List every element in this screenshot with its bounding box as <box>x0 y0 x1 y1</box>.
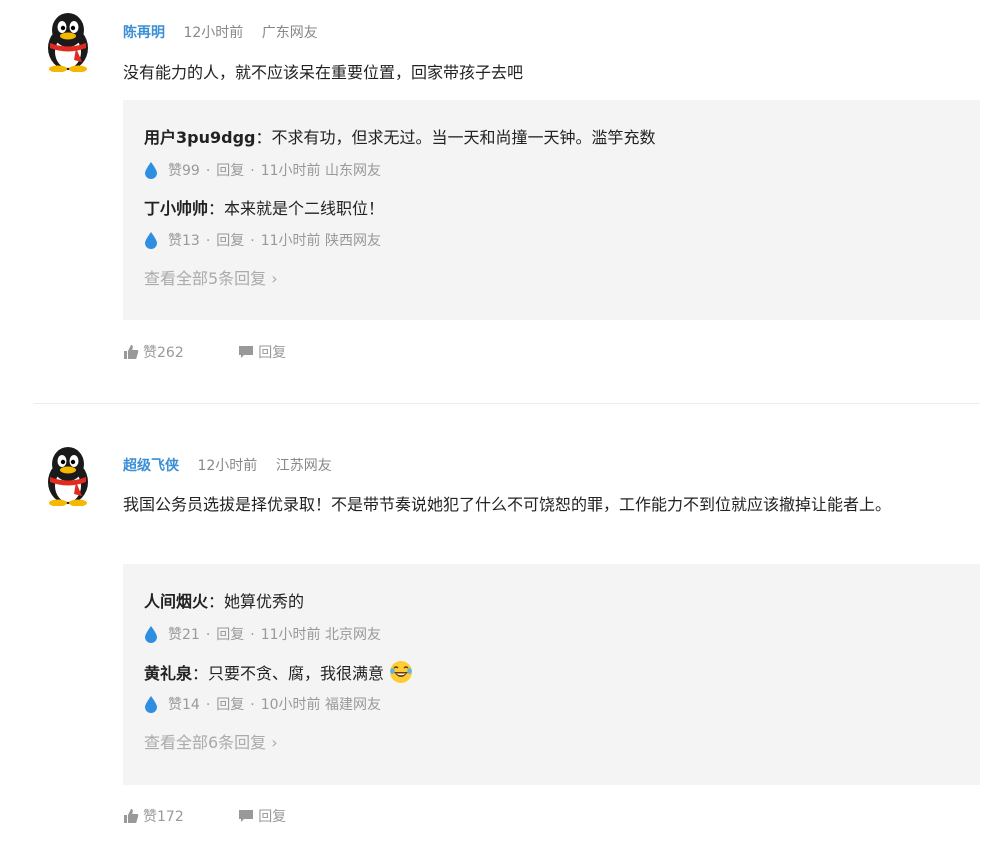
reply-time: 10小时前 <box>260 697 321 713</box>
reply-time: 11小时前 <box>260 163 321 179</box>
reply-text: 不求有功，但求无过。当一天和尚撞一天钟。滥竽充数 <box>271 128 656 147</box>
reply-meta: 赞13 · 回复 · 11小时前 陕西网友 <box>144 231 381 251</box>
reply-location: 陕西网友 <box>325 233 382 249</box>
avatar-qq-penguin-icon[interactable] <box>38 10 98 72</box>
reply-item: 丁小帅帅：本来就是个二线职位！ <box>144 197 384 221</box>
water-drop-icon[interactable] <box>144 695 158 713</box>
comment-header: 陈再明 12小时前 广东网友 <box>123 22 318 44</box>
reply-reply-link[interactable]: 回复 <box>216 163 244 179</box>
comment-header: 超级飞侠 12小时前 江苏网友 <box>123 455 332 477</box>
reply-likes[interactable]: 赞13 <box>168 233 200 249</box>
meta-separator: · <box>205 627 211 643</box>
speech-bubble-icon <box>239 346 254 358</box>
thumbs-up-icon <box>124 809 139 823</box>
meta-separator: · <box>205 697 211 713</box>
thumbs-up-icon <box>124 345 139 359</box>
chevron-right-icon: › <box>271 733 278 752</box>
water-drop-icon[interactable] <box>144 625 158 643</box>
reply-location: 北京网友 <box>325 627 382 643</box>
reply-meta: 赞99 · 回复 · 11小时前 山东网友 <box>144 161 381 181</box>
reply-item: 人间烟火：她算优秀的 <box>144 590 304 614</box>
reply-author[interactable]: 用户3pu9dgg <box>144 128 255 147</box>
reply-separator: ： <box>208 592 225 611</box>
meta-separator: · <box>205 233 211 249</box>
reply-separator: ： <box>208 199 225 218</box>
reply-label: 回复 <box>258 809 287 825</box>
reply-author[interactable]: 人间烟火 <box>144 592 208 611</box>
like-button[interactable]: 赞172 <box>123 807 184 827</box>
reply-author[interactable]: 丁小帅帅 <box>144 199 208 218</box>
comment-item: 超级飞侠 12小时前 江苏网友 我国公务员选拔是择优录取！不是带节奏说她犯了什么… <box>0 404 1000 846</box>
comment-time: 12小时前 <box>197 458 258 474</box>
comment-text: 没有能力的人，就不应该呆在重要位置，回家带孩子去吧 <box>123 63 524 82</box>
reply-item: 黄礼泉：只要不贪、腐，我很满意 <box>144 660 413 686</box>
view-all-replies-link[interactable]: 查看全部5条回复 › <box>144 267 278 291</box>
comment-author[interactable]: 陈再明 <box>123 25 165 41</box>
like-count: 赞262 <box>143 345 184 361</box>
reply-author[interactable]: 黄礼泉 <box>144 664 192 683</box>
reply-label: 回复 <box>258 345 287 361</box>
view-all-replies-label: 查看全部5条回复 <box>144 269 267 288</box>
reply-reply-link[interactable]: 回复 <box>216 627 244 643</box>
reply-time: 11小时前 <box>260 233 321 249</box>
reply-time: 11小时前 <box>260 627 321 643</box>
reply-likes[interactable]: 赞14 <box>168 697 200 713</box>
reply-text: 她算优秀的 <box>224 592 305 611</box>
comment-actions: 赞172 回复 <box>123 807 336 827</box>
comment-author[interactable]: 超级飞侠 <box>123 458 179 474</box>
meta-separator: · <box>250 233 255 249</box>
reply-item: 用户3pu9dgg：不求有功，但求无过。当一天和尚撞一天钟。滥竽充数 <box>144 126 656 150</box>
comment-location: 江苏网友 <box>275 458 332 474</box>
view-all-replies-link[interactable]: 查看全部6条回复 › <box>144 731 278 755</box>
reply-likes[interactable]: 赞21 <box>168 627 200 643</box>
reply-meta: 赞14 · 回复 · 10小时前 福建网友 <box>144 695 381 715</box>
reply-location: 山东网友 <box>325 163 382 179</box>
laughing-tears-emoji-icon <box>390 661 413 683</box>
reply-likes[interactable]: 赞99 <box>168 163 200 179</box>
comment-time: 12小时前 <box>183 25 244 41</box>
meta-separator: · <box>205 163 211 179</box>
comment-actions: 赞262 回复 <box>123 343 336 363</box>
reply-button[interactable]: 回复 <box>238 343 286 363</box>
reply-separator: ： <box>192 664 209 683</box>
reply-text: 本来就是个二线职位！ <box>224 199 385 218</box>
reply-reply-link[interactable]: 回复 <box>216 233 244 249</box>
chevron-right-icon: › <box>271 269 278 288</box>
reply-box: 用户3pu9dgg：不求有功，但求无过。当一天和尚撞一天钟。滥竽充数 赞99 · 回… <box>123 100 980 320</box>
like-count: 赞172 <box>143 809 184 825</box>
meta-separator: · <box>250 627 255 643</box>
speech-bubble-icon <box>239 810 254 822</box>
reply-text: 只要不贪、腐，我很满意 <box>208 664 385 683</box>
reply-location: 福建网友 <box>325 697 382 713</box>
reply-button[interactable]: 回复 <box>238 807 286 827</box>
reply-box: 人间烟火：她算优秀的 赞21 · 回复 · 11小时前 北京网友 黄礼泉：只要不贪、腐，… <box>123 564 980 785</box>
comment-text: 我国公务员选拔是择优录取！不是带节奏说她犯了什么不可饶恕的罪，工作能力不到位就应… <box>123 495 892 514</box>
view-all-replies-label: 查看全部6条回复 <box>144 733 267 752</box>
comment-location: 广东网友 <box>261 25 318 41</box>
comment-item: 陈再明 12小时前 广东网友 没有能力的人，就不应该呆在重要位置，回家带孩子去吧… <box>0 0 1000 400</box>
reply-separator: ： <box>255 128 272 147</box>
like-button[interactable]: 赞262 <box>123 343 184 363</box>
reply-reply-link[interactable]: 回复 <box>216 697 244 713</box>
meta-separator: · <box>250 163 255 179</box>
meta-separator: · <box>250 697 255 713</box>
water-drop-icon[interactable] <box>144 231 158 249</box>
water-drop-icon[interactable] <box>144 161 158 179</box>
avatar-qq-penguin-icon[interactable] <box>38 444 98 506</box>
reply-meta: 赞21 · 回复 · 11小时前 北京网友 <box>144 625 381 645</box>
